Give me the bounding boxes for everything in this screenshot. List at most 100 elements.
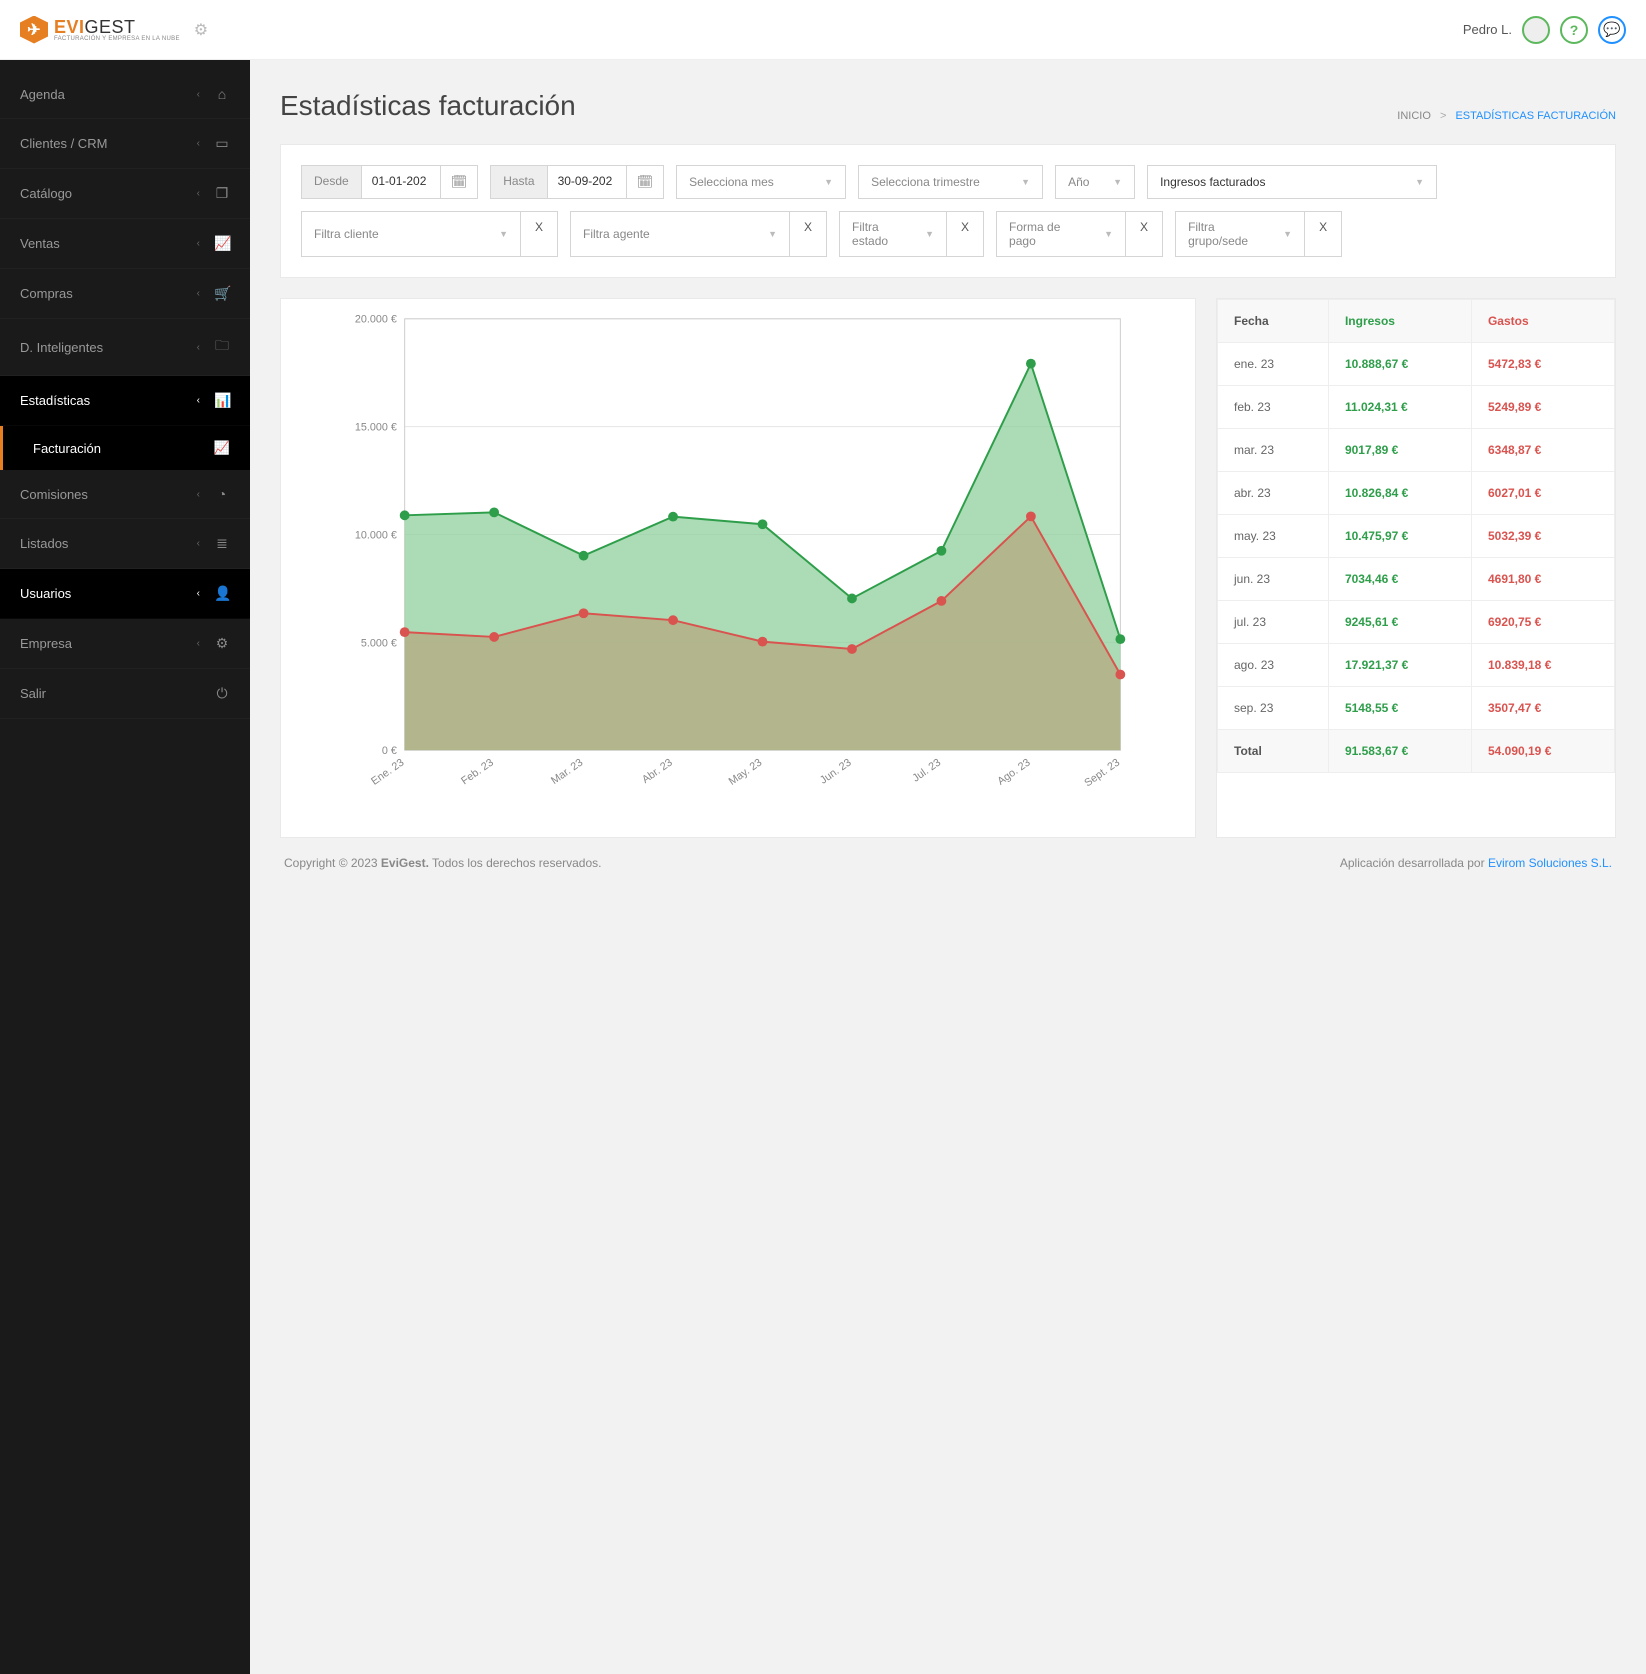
- filter-payment-clear[interactable]: X: [1126, 211, 1163, 257]
- chevron-down-icon: ▼: [1113, 177, 1122, 187]
- select-quarter[interactable]: Selecciona trimestre▼: [858, 165, 1043, 199]
- sidebar-item-catalogo[interactable]: Catálogo‹❐: [0, 169, 250, 219]
- svg-text:Abr. 23: Abr. 23: [640, 757, 675, 786]
- svg-text:Ago. 23: Ago. 23: [995, 757, 1032, 788]
- breadcrumb-sep: >: [1440, 110, 1446, 122]
- footer: Copyright © 2023 EviGest. Todos los dere…: [280, 838, 1616, 888]
- sidebar-item-ventas[interactable]: Ventas‹📈: [0, 219, 250, 269]
- developer-link[interactable]: Evirom Soluciones S.L.: [1488, 856, 1612, 870]
- filter-state-group: Filtra estado▼ X: [839, 211, 984, 257]
- svg-text:5.000 €: 5.000 €: [361, 637, 397, 649]
- cell-ingresos: 9245,61 €: [1328, 601, 1471, 644]
- date-from-input[interactable]: 01-01-202: [362, 166, 440, 198]
- table-row-total: Total 91.583,67 € 54.090,19 €: [1218, 730, 1615, 773]
- cell-gastos: 6920,75 €: [1471, 601, 1614, 644]
- data-table: Fecha Ingresos Gastos ene. 23 10.888,67 …: [1217, 299, 1615, 773]
- svg-text:Ene. 23: Ene. 23: [369, 757, 406, 788]
- developer-credit: Aplicación desarrollada por Evirom Soluc…: [1340, 856, 1612, 870]
- logo-tagline: FACTURACIÓN Y EMPRESA EN LA NUBE: [54, 36, 180, 42]
- filter-client-clear[interactable]: X: [521, 211, 558, 257]
- pie-icon: ◔: [214, 486, 230, 502]
- cell-ingresos: 5148,55 €: [1328, 687, 1471, 730]
- date-to-label: Hasta: [491, 166, 547, 198]
- filter-agent-clear[interactable]: X: [790, 211, 827, 257]
- sidebar-item-inteligentes[interactable]: D. Inteligentes‹🗀: [0, 319, 250, 376]
- logo-text: EVIGEST: [54, 17, 180, 38]
- filter-state[interactable]: Filtra estado▼: [839, 211, 947, 257]
- breadcrumb-home[interactable]: INICIO: [1397, 110, 1431, 122]
- select-month[interactable]: Selecciona mes▼: [676, 165, 846, 199]
- sidebar-sub-facturacion[interactable]: Facturación📈: [0, 426, 250, 470]
- cell-gastos: 3507,47 €: [1471, 687, 1614, 730]
- filter-state-clear[interactable]: X: [947, 211, 984, 257]
- sidebar-item-estadisticas[interactable]: Estadísticas‹📊: [0, 376, 250, 426]
- breadcrumb: INICIO > ESTADÍSTICAS FACTURACIÓN: [1397, 110, 1616, 122]
- cell-ingresos: 10.888,67 €: [1328, 343, 1471, 386]
- logo[interactable]: ✈ EVIGEST FACTURACIÓN Y EMPRESA EN LA NU…: [20, 16, 180, 44]
- topbar-right: Pedro L. ? 💬: [1463, 16, 1626, 44]
- page-header: Estadísticas facturación INICIO > ESTADÍ…: [280, 90, 1616, 122]
- cell-total-label: Total: [1218, 730, 1329, 773]
- settings-icon[interactable]: ⚙: [194, 20, 208, 40]
- cell-ingresos: 17.921,37 €: [1328, 644, 1471, 687]
- cell-gastos: 5249,89 €: [1471, 386, 1614, 429]
- date-to-input[interactable]: 30-09-202: [548, 166, 626, 198]
- sales-icon: 📈: [214, 235, 230, 252]
- cell-total-gastos: 54.090,19 €: [1471, 730, 1614, 773]
- svg-text:20.000 €: 20.000 €: [355, 314, 397, 326]
- filter-group[interactable]: Filtra grupo/sede▼: [1175, 211, 1305, 257]
- filter-payment[interactable]: Forma de pago▼: [996, 211, 1126, 257]
- svg-text:Jun. 23: Jun. 23: [818, 757, 854, 787]
- cell-ingresos: 7034,46 €: [1328, 558, 1471, 601]
- select-type[interactable]: Ingresos facturados▼: [1147, 165, 1437, 199]
- sidebar-item-usuarios[interactable]: Usuarios‹👤: [0, 569, 250, 619]
- home-icon: ⌂: [214, 86, 230, 102]
- calendar-icon[interactable]: 🗓: [440, 166, 478, 198]
- sidebar-item-clientes[interactable]: Clientes / CRM‹▭: [0, 119, 250, 169]
- user-name[interactable]: Pedro L.: [1463, 22, 1512, 37]
- data-table-panel: Fecha Ingresos Gastos ene. 23 10.888,67 …: [1216, 298, 1616, 838]
- sidebar-item-compras[interactable]: Compras‹🛒: [0, 269, 250, 319]
- filter-agent-group: Filtra agente▼ X: [570, 211, 827, 257]
- sidebar-item-comisiones[interactable]: Comisiones‹◔: [0, 470, 250, 519]
- cell-gastos: 4691,80 €: [1471, 558, 1614, 601]
- chevron-down-icon: ▼: [925, 229, 934, 239]
- cell-gastos: 10.839,18 €: [1471, 644, 1614, 687]
- help-icon[interactable]: ?: [1560, 16, 1588, 44]
- calendar-icon[interactable]: 🗓: [626, 166, 664, 198]
- avatar[interactable]: [1522, 16, 1550, 44]
- date-from-label: Desde: [302, 166, 362, 198]
- table-row: feb. 23 11.024,31 € 5249,89 €: [1218, 386, 1615, 429]
- svg-text:0 €: 0 €: [382, 745, 397, 757]
- table-row: may. 23 10.475,97 € 5032,39 €: [1218, 515, 1615, 558]
- chat-icon[interactable]: 💬: [1598, 16, 1626, 44]
- cell-total-ingresos: 91.583,67 €: [1328, 730, 1471, 773]
- topbar-left: ✈ EVIGEST FACTURACIÓN Y EMPRESA EN LA NU…: [20, 16, 208, 44]
- chevron-down-icon: ▼: [824, 177, 833, 187]
- filter-client-group: Filtra cliente▼ X: [301, 211, 558, 257]
- filter-group-group: Filtra grupo/sede▼ X: [1175, 211, 1342, 257]
- table-row: jun. 23 7034,46 € 4691,80 €: [1218, 558, 1615, 601]
- select-year[interactable]: Año▼: [1055, 165, 1135, 199]
- chart[interactable]: 0 €5.000 €10.000 €15.000 €20.000 €Ene. 2…: [305, 309, 1171, 809]
- sidebar-item-salir[interactable]: Salir⏻: [0, 669, 250, 719]
- filter-client[interactable]: Filtra cliente▼: [301, 211, 521, 257]
- sidebar-item-listados[interactable]: Listados‹≣: [0, 519, 250, 569]
- cell-fecha: jun. 23: [1218, 558, 1329, 601]
- power-icon: ⏻: [214, 685, 230, 702]
- main: Estadísticas facturación INICIO > ESTADÍ…: [250, 60, 1646, 1674]
- cell-fecha: mar. 23: [1218, 429, 1329, 472]
- chevron-down-icon: ▼: [768, 229, 777, 239]
- crm-icon: ▭: [214, 135, 230, 152]
- table-row: jul. 23 9245,61 € 6920,75 €: [1218, 601, 1615, 644]
- sidebar-item-agenda[interactable]: Agenda‹⌂: [0, 70, 250, 119]
- cell-fecha: sep. 23: [1218, 687, 1329, 730]
- th-gastos: Gastos: [1471, 300, 1614, 343]
- sidebar-item-empresa[interactable]: Empresa‹⚙: [0, 619, 250, 669]
- th-ingresos: Ingresos: [1328, 300, 1471, 343]
- cell-gastos: 5032,39 €: [1471, 515, 1614, 558]
- filters-panel: Desde 01-01-202 🗓 Hasta 30-09-202 🗓 Sele…: [280, 144, 1616, 278]
- cell-ingresos: 10.475,97 €: [1328, 515, 1471, 558]
- filter-group-clear[interactable]: X: [1305, 211, 1342, 257]
- filter-agent[interactable]: Filtra agente▼: [570, 211, 790, 257]
